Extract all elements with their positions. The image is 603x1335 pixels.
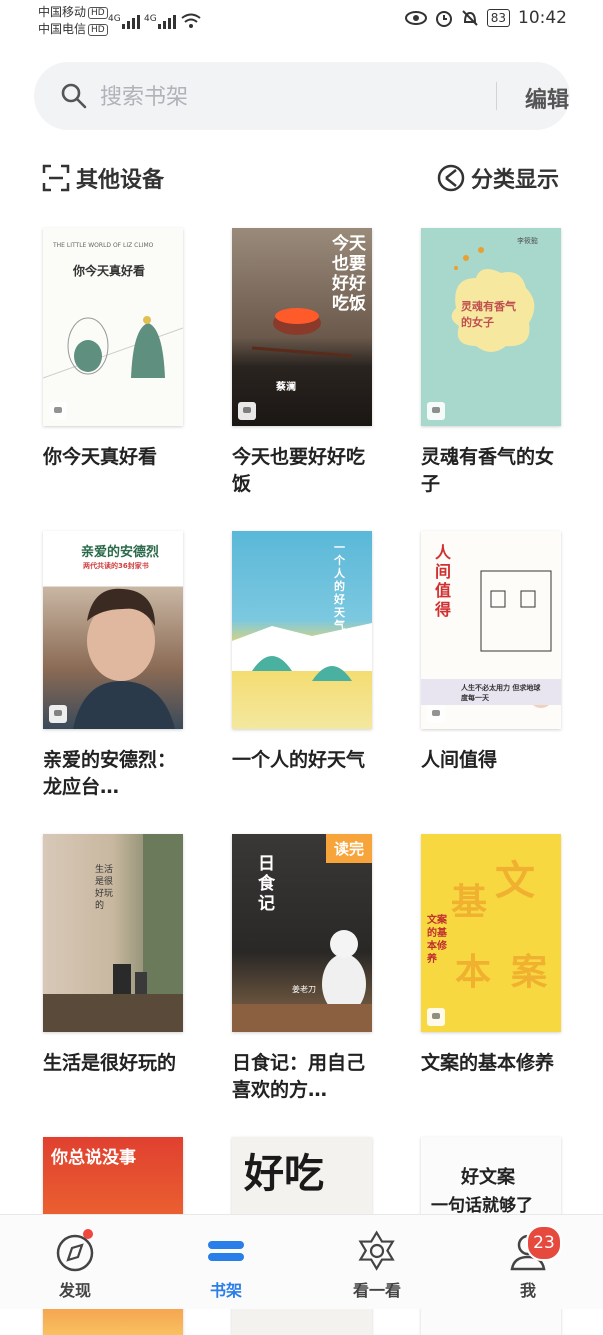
search-input[interactable]: [98, 76, 482, 118]
book-cover[interactable]: 文 基 本 案 文案的基本修养: [421, 834, 561, 1032]
nav-bookshelf[interactable]: 书架: [181, 1229, 271, 1301]
notification-dot: [83, 1229, 93, 1239]
wifi-icon: [180, 12, 202, 34]
cover-author: 姜老刀: [292, 985, 316, 994]
svg-text:本: 本: [455, 952, 491, 993]
search-icon: [61, 83, 87, 109]
star-icon: [355, 1229, 399, 1273]
cover-author: 李筱懿: [517, 237, 538, 245]
other-devices-label: 其他设备: [76, 168, 165, 193]
signal-icon: 4G: [144, 12, 178, 34]
book-title: 你今天真好看: [43, 446, 158, 468]
reader-mask-icon: [427, 705, 445, 723]
book-title: 灵魂有香气的女子: [421, 446, 555, 495]
book-title: 人间值得: [421, 749, 498, 771]
svg-text:4G: 4G: [144, 14, 157, 24]
carrier-info: 中国移动 HD 中国电信 HD: [38, 4, 108, 38]
book-cover[interactable]: 今天也要好好吃饭 蔡澜: [232, 228, 372, 426]
eye-icon: [404, 11, 427, 25]
book-cover[interactable]: 人间值得 人生不必太用力 但求地球度每一天: [421, 531, 561, 729]
nav-me-label: 我: [519, 1281, 536, 1300]
notification-count-badge: 23: [526, 1225, 562, 1261]
cover-title: 好文案: [461, 1167, 515, 1188]
cover-subtitle: 人生不必太用力 但求地球度每一天: [461, 684, 541, 702]
reader-mask-icon: [49, 402, 67, 420]
clock: 10:42: [518, 8, 567, 28]
book-title: 日食记：用自己喜欢的方…: [232, 1052, 366, 1101]
cover-author: 蔡澜: [276, 382, 296, 393]
svg-text:基: 基: [451, 882, 487, 923]
hd-badge: HD: [88, 23, 108, 36]
search-divider: [496, 82, 497, 110]
scan-icon: [42, 164, 70, 192]
bookshelf-icon: [204, 1229, 248, 1273]
reader-mask-icon: [427, 1008, 445, 1026]
nav-me[interactable]: 23 我: [483, 1225, 573, 1301]
read-badge: 读完: [325, 834, 372, 863]
book-title: 生活是很好玩的: [43, 1052, 177, 1074]
svg-text:4G: 4G: [108, 14, 121, 24]
nav-watch-label: 看一看: [352, 1281, 401, 1300]
book-cover[interactable]: 一个人的好天气: [232, 531, 372, 729]
nav-bookshelf-label: 书架: [209, 1281, 242, 1300]
book-title: 一个人的好天气: [232, 749, 366, 771]
compass-icon: [53, 1229, 97, 1273]
nav-watch[interactable]: 看一看: [332, 1229, 422, 1301]
alarm-icon: [435, 11, 452, 27]
reader-mask-icon: [49, 705, 67, 723]
book-title: 今天也要好好吃饭: [232, 446, 366, 495]
book-cover[interactable]: 灵魂有香气的女子 李筱懿: [421, 228, 561, 426]
cover-title: 日食记: [258, 854, 275, 914]
cover-title: 文案的基本修养: [427, 915, 447, 965]
category-view-button[interactable]: 分类显示: [437, 162, 559, 194]
book-title: 文案的基本修养: [421, 1052, 555, 1074]
signal-icon: 4G: [108, 12, 142, 34]
book-cover[interactable]: 生活是很好玩的: [43, 834, 183, 1032]
svg-text:文: 文: [495, 858, 535, 904]
person-icon: 23: [506, 1225, 562, 1273]
battery-indicator: 83: [486, 9, 510, 27]
category-icon: [437, 164, 465, 192]
category-view-label: 分类显示: [470, 168, 559, 193]
cover-subtitle: 一句话就够了: [431, 1196, 533, 1216]
bottom-nav: 发现 书架 看一看 23 我: [0, 1214, 603, 1309]
nav-discover[interactable]: 发现: [30, 1229, 120, 1301]
nav-discover-label: 发现: [58, 1281, 91, 1300]
other-devices-button[interactable]: 其他设备: [42, 162, 164, 194]
book-cover[interactable]: THE LITTLE WORLD OF LIZ CLIMO 你今天真好看: [43, 228, 183, 426]
reader-mask-icon: [427, 402, 445, 420]
carrier-2: 中国电信: [38, 22, 87, 36]
reader-mask-icon: [238, 402, 256, 420]
book-cover[interactable]: 日食记 姜老刀 读完: [232, 834, 372, 1032]
svg-text:案: 案: [511, 952, 548, 993]
book-title: 亲爱的安德烈：龙应台…: [43, 749, 177, 798]
cover-title: 你总说没事: [51, 1148, 136, 1168]
book-cover[interactable]: 亲爱的安德烈 两代共读的36封家书: [43, 531, 183, 729]
carrier-1: 中国移动: [38, 5, 87, 19]
search-bar: 编辑: [34, 62, 570, 130]
mute-icon: [462, 10, 478, 26]
edit-button[interactable]: 编辑: [508, 82, 586, 114]
status-bar: 中国移动 HD 中国电信 HD 4G 4G 83 10:42: [0, 0, 603, 44]
cover-title: 灵魂有香气的女子: [461, 300, 516, 329]
cover-title: 好吃: [244, 1151, 324, 1197]
hd-badge: HD: [88, 6, 108, 19]
